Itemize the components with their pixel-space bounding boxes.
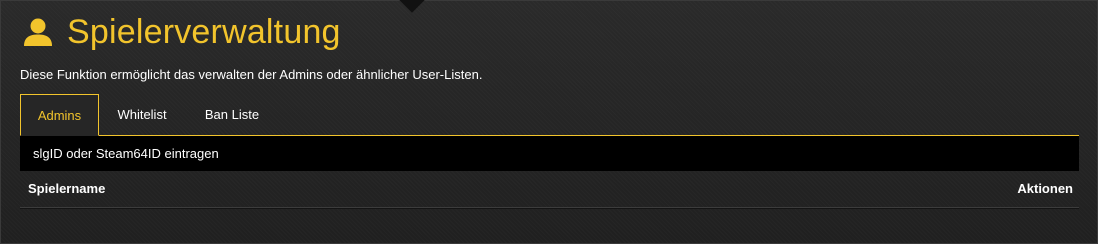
user-icon xyxy=(24,18,52,46)
tab-admins[interactable]: Admins xyxy=(20,94,99,136)
column-header-player-name: Spielername xyxy=(28,181,106,196)
page-header: Spielerverwaltung xyxy=(23,9,341,55)
column-header-actions: Aktionen xyxy=(1017,181,1073,196)
tab-bar: Admins Whitelist Ban Liste xyxy=(20,94,1079,136)
player-management-panel: Spielerverwaltung Diese Funktion ermögli… xyxy=(0,0,1098,244)
page-title: Spielerverwaltung xyxy=(67,13,341,51)
tab-ban-list[interactable]: Ban Liste xyxy=(184,94,280,134)
table-header-row: Spielername Aktionen xyxy=(20,171,1079,208)
page-description: Diese Funktion ermöglicht das verwalten … xyxy=(20,67,483,82)
panel-notch xyxy=(399,0,425,13)
tab-whitelist[interactable]: Whitelist xyxy=(100,94,184,134)
player-id-input[interactable] xyxy=(20,136,1079,171)
